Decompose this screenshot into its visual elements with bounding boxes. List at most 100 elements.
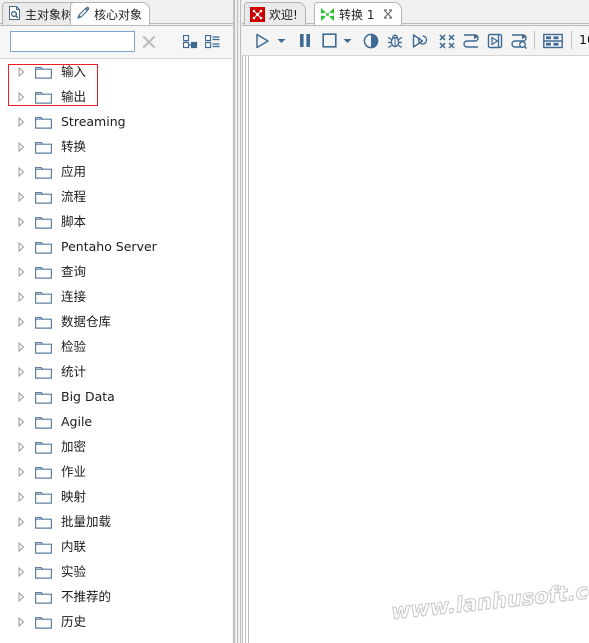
expand-arrow-icon[interactable] xyxy=(14,240,28,254)
tree-item-label: 映射 xyxy=(61,488,87,504)
folder-icon xyxy=(28,165,52,179)
logging-button[interactable] xyxy=(486,31,504,50)
expand-arrow-icon[interactable] xyxy=(14,190,28,204)
tree-item[interactable]: 加密 xyxy=(0,434,232,459)
tab-welcome[interactable]: 欢迎! xyxy=(244,2,306,25)
tree-item-label: 统计 xyxy=(61,363,87,379)
folder-icon xyxy=(28,90,52,104)
tree-item[interactable]: 数据仓库 xyxy=(0,309,232,334)
tree-item[interactable]: Pentaho Server xyxy=(0,234,232,259)
tree-item[interactable]: 映射 xyxy=(0,484,232,509)
replay-button[interactable] xyxy=(410,31,428,50)
expand-arrow-icon[interactable] xyxy=(14,415,28,429)
run-options-dropdown[interactable] xyxy=(275,31,287,50)
expand-arrow-icon[interactable] xyxy=(14,215,28,229)
tree-item[interactable]: 批量加载 xyxy=(0,509,232,534)
folder-icon xyxy=(28,190,52,204)
kettle-spoon-window: 主对象树 核心对象 输入 输出 Streaming 转换 应用 流程 脚本 Pe… xyxy=(0,0,589,643)
stop-button[interactable] xyxy=(320,31,338,50)
tree-item[interactable]: 连接 xyxy=(0,284,232,309)
folder-icon xyxy=(28,440,52,454)
expand-arrow-icon[interactable] xyxy=(14,290,28,304)
expand-all-icon[interactable] xyxy=(182,34,198,49)
expand-arrow-icon[interactable] xyxy=(14,265,28,279)
run-button[interactable] xyxy=(252,31,272,50)
tree-item[interactable]: Streaming xyxy=(0,109,232,134)
editor-toolbar: 100% xyxy=(242,26,589,56)
expand-arrow-icon[interactable] xyxy=(14,615,28,629)
expand-arrow-icon[interactable] xyxy=(14,515,28,529)
folder-icon xyxy=(28,265,52,279)
expand-arrow-icon[interactable] xyxy=(14,315,28,329)
inspect-button[interactable] xyxy=(510,31,528,50)
tree-item[interactable]: 应用 xyxy=(0,159,232,184)
tree-item-label: Streaming xyxy=(61,113,126,129)
collapse-all-icon[interactable] xyxy=(204,34,220,49)
close-icon[interactable] xyxy=(382,8,394,20)
expand-arrow-icon[interactable] xyxy=(14,365,28,379)
stop-options-dropdown[interactable] xyxy=(341,31,353,50)
search-input[interactable] xyxy=(10,31,135,52)
expand-arrow-icon[interactable] xyxy=(14,90,28,104)
expand-arrow-icon[interactable] xyxy=(14,440,28,454)
transformation-canvas[interactable] xyxy=(242,55,589,643)
folder-icon xyxy=(28,540,52,554)
transformation-icon xyxy=(320,7,335,22)
tree-item[interactable]: Big Data xyxy=(0,384,232,409)
expand-arrow-icon[interactable] xyxy=(14,115,28,129)
tab-core-objects[interactable]: 核心对象 xyxy=(70,2,151,25)
panel-splitter[interactable] xyxy=(234,0,242,643)
expand-arrow-icon[interactable] xyxy=(14,590,28,604)
tree-item[interactable]: 作业 xyxy=(0,459,232,484)
tree-item[interactable]: 脚本 xyxy=(0,209,232,234)
zoom-level-value[interactable]: 100% xyxy=(579,32,589,47)
tab-welcome-label: 欢迎! xyxy=(269,7,298,22)
document-search-icon xyxy=(8,5,21,23)
tree-item-label: 连接 xyxy=(61,288,87,304)
expand-arrow-icon[interactable] xyxy=(14,540,28,554)
expand-arrow-icon[interactable] xyxy=(14,340,28,354)
tree-item[interactable]: 流程 xyxy=(0,184,232,209)
tree-item[interactable]: 内联 xyxy=(0,534,232,559)
expand-arrow-icon[interactable] xyxy=(14,565,28,579)
tree-item[interactable]: 输入 xyxy=(0,59,232,84)
tree-item-label: 应用 xyxy=(61,163,87,179)
tree-item-label: 内联 xyxy=(61,538,87,554)
tree-item[interactable]: 实验 xyxy=(0,559,232,584)
metrics-button[interactable] xyxy=(462,31,480,50)
expand-arrow-icon[interactable] xyxy=(14,165,28,179)
expand-arrow-icon[interactable] xyxy=(14,390,28,404)
tree-item-label: 转换 xyxy=(61,138,87,154)
pause-button[interactable] xyxy=(296,31,314,50)
debug-button[interactable] xyxy=(386,31,404,50)
tree-item[interactable]: 统计 xyxy=(0,359,232,384)
tree-item[interactable]: 转换 xyxy=(0,134,232,159)
tree-item-label: 流程 xyxy=(61,188,87,204)
tree-item[interactable]: 输出 xyxy=(0,84,232,109)
expand-arrow-icon[interactable] xyxy=(14,465,28,479)
expand-arrow-icon[interactable] xyxy=(14,65,28,79)
tab-transformation-1[interactable]: 转换 1 xyxy=(314,2,403,25)
left-tabstrip: 主对象树 核心对象 xyxy=(0,0,234,26)
tree-item-label: 脚本 xyxy=(61,213,87,229)
pencil-icon xyxy=(76,6,90,23)
expand-arrow-icon[interactable] xyxy=(14,490,28,504)
preview-button[interactable] xyxy=(362,31,380,50)
tree-item[interactable]: 不推荐的 xyxy=(0,584,232,609)
tree-item[interactable]: 查询 xyxy=(0,259,232,284)
align-button[interactable] xyxy=(438,31,456,50)
tree-item[interactable]: 历史 xyxy=(0,609,232,634)
tab-core-objects-label: 核心对象 xyxy=(94,7,143,22)
clear-search-icon[interactable] xyxy=(140,33,158,51)
folder-icon xyxy=(28,565,52,579)
grid-button[interactable] xyxy=(542,31,564,50)
tree-item[interactable]: 检验 xyxy=(0,334,232,359)
tree-item-label: 输入 xyxy=(61,63,87,79)
tree-item[interactable]: Agile xyxy=(0,409,232,434)
core-objects-tree[interactable]: 输入输出 Streaming 转换应用流程脚本 Pentaho Server 查询连接数… xyxy=(0,58,232,643)
expand-arrow-icon[interactable] xyxy=(14,140,28,154)
tree-item-label: 查询 xyxy=(61,263,87,279)
transformation-editor-panel: 欢迎! 转换 1 1 xyxy=(242,0,589,643)
folder-icon xyxy=(28,115,52,129)
folder-icon xyxy=(28,615,52,629)
